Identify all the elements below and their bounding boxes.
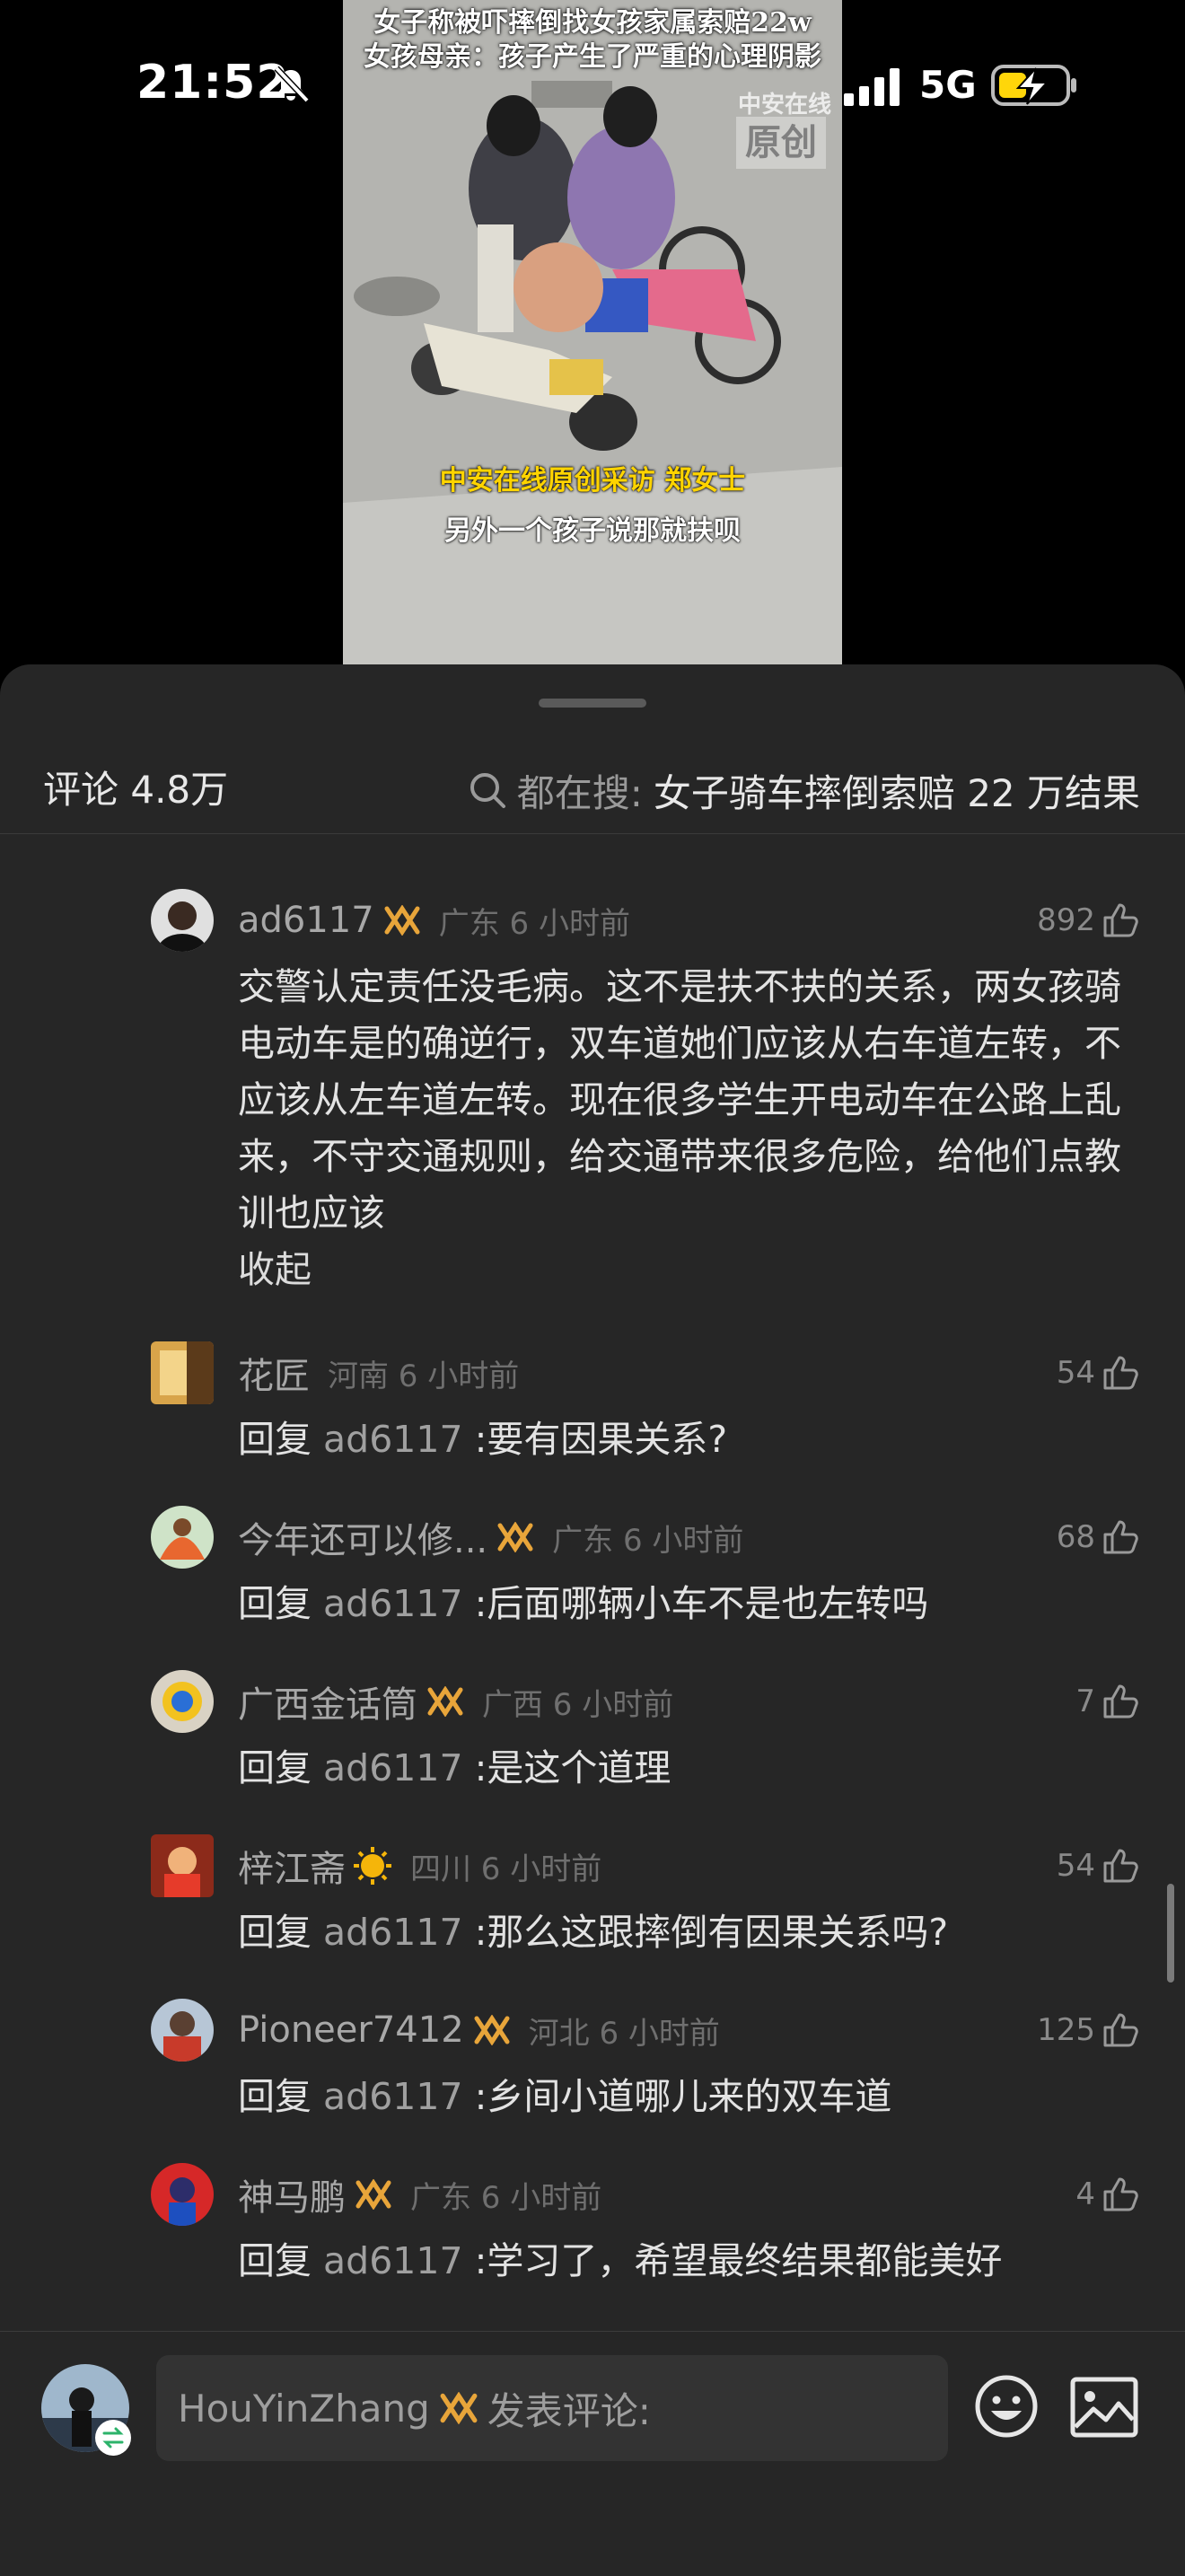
reply-to-user[interactable]: ad6117 (323, 1582, 463, 1625)
reply-text: 回复 ad6117 :要有因果关系? (238, 1411, 1145, 1468)
like-count: 7 (1075, 1684, 1095, 1719)
reply-text: 回复 ad6117 :是这个道理 (238, 1740, 1145, 1797)
like-count: 892 (1037, 902, 1095, 938)
avatar[interactable] (151, 1670, 214, 1733)
fan-badge-icon (474, 2015, 510, 2045)
thumbs-up-icon[interactable] (1102, 1849, 1138, 1883)
reply-to-user[interactable]: ad6117 (323, 2075, 463, 2118)
search-term: 女子骑车摔倒索赔 22 万结果 (653, 770, 1140, 815)
fan-badge-icon (356, 2179, 391, 2210)
comment-username[interactable]: 花匠 (238, 1347, 310, 1399)
reply-text: 回复 ad6117 :后面哪辆小车不是也左转吗 (238, 1576, 1145, 1632)
image-icon[interactable] (1070, 2377, 1138, 2438)
reply-to-user[interactable]: ad6117 (323, 1746, 463, 1789)
video-caption-source: 中安在线原创采访 郑女士 (439, 465, 746, 497)
comment-header: 评论 4.8万 都在搜: 女子骑车摔倒索赔 22 万结果 (0, 747, 1185, 834)
network-type: 5G (919, 63, 977, 107)
trending-search-link[interactable]: 都在搜: 女子骑车摔倒索赔 22 万结果 (469, 747, 1140, 833)
input-placeholder: 发表评论: (487, 2388, 651, 2433)
bell-off-icon (274, 66, 310, 103)
thumbs-up-icon[interactable] (1102, 1684, 1138, 1719)
thumbs-up-icon[interactable] (1102, 903, 1138, 937)
avatar[interactable] (151, 2163, 214, 2226)
comment-location-time: 河北 6 小时前 (528, 2015, 720, 2052)
comment-count: 评论 4.8万 (43, 768, 229, 812)
reply-prefix: 回复 (238, 1746, 312, 1789)
comment-location-time: 四川 6 小时前 (410, 1851, 602, 1887)
comment-location-time: 河南 6 小时前 (328, 1358, 520, 1394)
sun-emoji-icon (354, 1847, 391, 1885)
emoji-icon[interactable] (973, 2373, 1040, 2440)
video-watermark-badge: 原创 (736, 117, 826, 169)
comment-location-time: 广东 6 小时前 (410, 2179, 602, 2216)
thumbs-up-icon[interactable] (1102, 2177, 1138, 2211)
comment-location-time: 广东 6 小时前 (552, 1522, 744, 1559)
video-watermark-text: 中安在线 (738, 92, 832, 119)
fan-badge-icon (440, 2392, 478, 2424)
reply-prefix: 回复 (238, 2239, 312, 2282)
reply-content: :后面哪辆小车不是也左转吗 (474, 1582, 929, 1625)
avatar[interactable] (151, 1999, 214, 2062)
thumbs-up-icon[interactable] (1102, 1356, 1138, 1390)
reply-prefix: 回复 (238, 2075, 312, 2118)
fan-badge-icon (497, 1522, 533, 1552)
reply-to-user[interactable]: ad6117 (323, 2239, 463, 2282)
like-count: 54 (1056, 1355, 1095, 1391)
avatar[interactable] (151, 889, 214, 952)
reply-prefix: 回复 (238, 1582, 312, 1625)
comment-username[interactable]: 梓江斋 (238, 1840, 346, 1892)
comment-username[interactable]: 广西金话筒 (238, 1675, 417, 1728)
reply-prefix: 回复 (238, 1418, 312, 1461)
reply-content: :是这个道理 (474, 1746, 672, 1789)
reply-content: :乡间小道哪儿来的双车道 (474, 2075, 892, 2118)
reply-content: :学习了，希望最终结果都能美好 (474, 2239, 1003, 2282)
account-switch-icon[interactable] (95, 2420, 131, 2456)
like-count: 54 (1056, 1848, 1095, 1884)
search-icon (470, 773, 505, 808)
fan-badge-icon (427, 1686, 463, 1717)
reply-to-user[interactable]: ad6117 (323, 1418, 463, 1461)
reply-text: 回复 ad6117 :学习了，希望最终结果都能美好 (238, 2233, 1145, 2290)
video-title-line2: 女孩母亲：孩子产生了严重的心理阴影 (364, 41, 821, 73)
comment-location-time: 广东 6 小时前 (438, 905, 630, 942)
like-count: 68 (1056, 1519, 1095, 1555)
search-prefix: 都在搜: (516, 770, 643, 815)
reply-text: 回复 ad6117 :那么这跟摔倒有因果关系吗? (238, 1904, 1145, 1961)
comment-location-time: 广西 6 小时前 (482, 1686, 674, 1723)
avatar[interactable] (151, 1506, 214, 1569)
comment-text-content: 交警认定责任没毛病。这不是扶不扶的关系，两女孩骑电动车是的确逆行，双车道她们应该… (238, 965, 1121, 1235)
video-caption-subtitle: 另外一个孩子说那就扶呗 (444, 515, 741, 547)
input-username: HouYinZhang (178, 2386, 430, 2431)
comment-input-bar: HouYinZhang 发表评论: (0, 2331, 1185, 2576)
fan-badge-icon (384, 905, 420, 936)
comment-username[interactable]: 今年还可以修... (238, 1511, 487, 1563)
like-count: 125 (1037, 2012, 1095, 2048)
reply-content: :要有因果关系? (474, 1418, 728, 1461)
comment-username[interactable]: 神马鹏 (238, 2168, 346, 2220)
comment-username[interactable]: Pioneer7412 (238, 2009, 464, 2051)
like-count: 4 (1075, 2176, 1095, 2212)
reply-prefix: 回复 (238, 1911, 312, 1954)
reply-content: :那么这跟摔倒有因果关系吗? (474, 1911, 949, 1954)
battery-charging-icon (991, 65, 1076, 106)
avatar[interactable] (151, 1834, 214, 1897)
comment-username[interactable]: ad6117 (238, 900, 374, 941)
avatar[interactable] (151, 1341, 214, 1404)
comment-input[interactable]: HouYinZhang 发表评论: (156, 2355, 948, 2461)
status-time: 21:52 (136, 56, 290, 110)
signal-bars-icon (844, 68, 900, 106)
collapse-link[interactable]: 收起 (238, 1248, 312, 1291)
reply-text: 回复 ad6117 :乡间小道哪儿来的双车道 (238, 2069, 1145, 2125)
thumbs-up-icon[interactable] (1102, 1520, 1138, 1554)
scrollbar[interactable] (1167, 1884, 1174, 1983)
thumbs-up-icon[interactable] (1102, 2013, 1138, 2047)
video-player[interactable]: 女子称被吓摔倒找女孩家属索赔22w 女孩母亲：孩子产生了严重的心理阴影 中安在线… (343, 0, 842, 664)
sheet-drag-handle[interactable] (539, 699, 646, 708)
comment-text: 交警认定责任没毛病。这不是扶不扶的关系，两女孩骑电动车是的确逆行，双车道她们应该… (238, 959, 1145, 1298)
reply-to-user[interactable]: ad6117 (323, 1911, 463, 1954)
